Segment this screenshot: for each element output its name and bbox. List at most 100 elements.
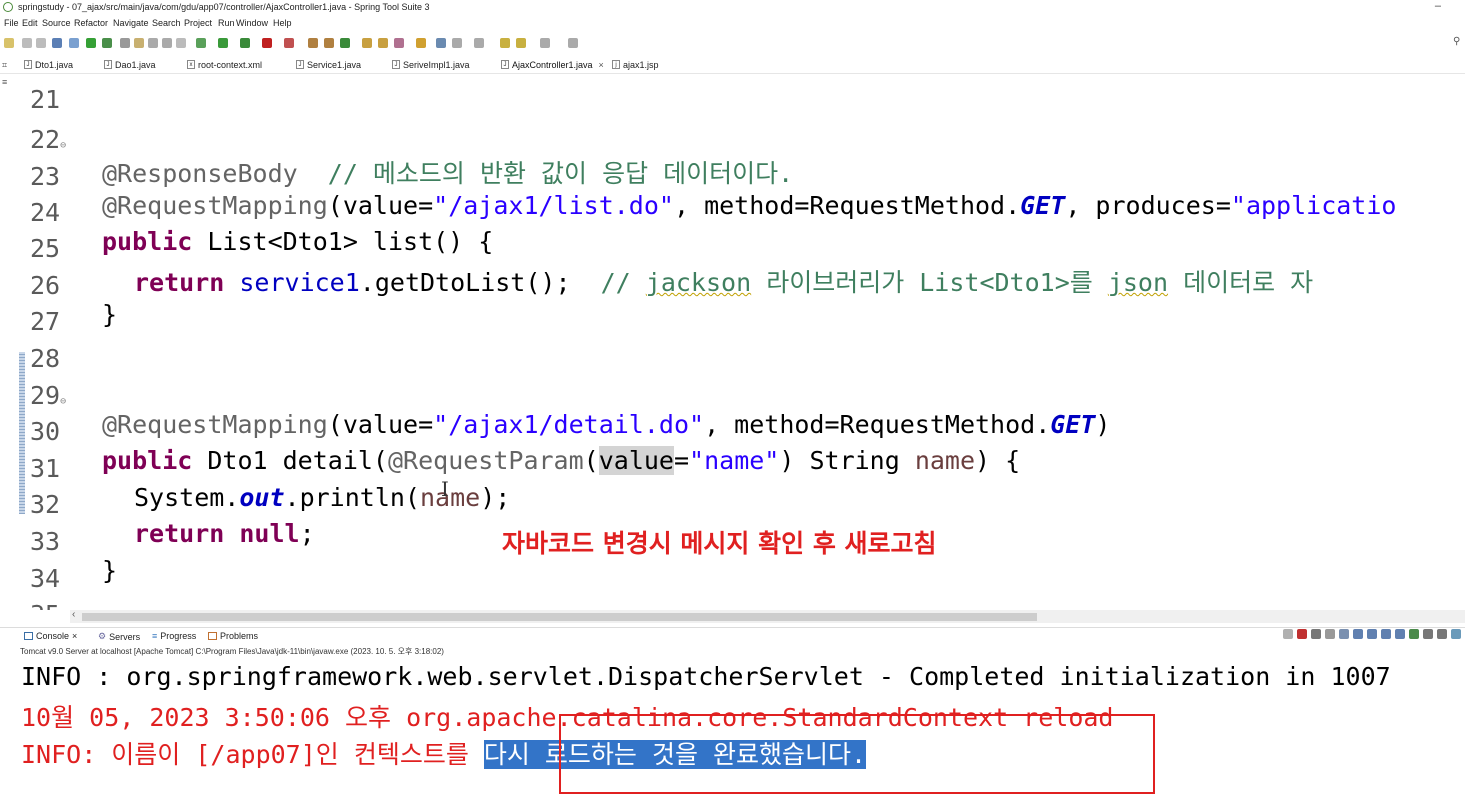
open-resource-icon[interactable] [162, 38, 172, 48]
tab-root-context[interactable]: x root-context.xml [187, 57, 262, 72]
tab-problems[interactable]: Problems [208, 631, 258, 641]
save-all-icon[interactable] [36, 38, 46, 48]
outline-icon[interactable] [176, 38, 186, 48]
new-class-icon[interactable] [340, 38, 350, 48]
fold-icon[interactable]: ⊖ [60, 140, 66, 151]
menu-edit[interactable]: Edit [22, 18, 38, 28]
next-annotation-icon[interactable] [452, 38, 462, 48]
tab-label: Servers [109, 631, 141, 642]
open-folder-icon[interactable] [362, 38, 372, 48]
show-on-stderr-icon[interactable] [1395, 629, 1405, 639]
menu-project[interactable]: Project [184, 18, 212, 28]
annotation-token: @RequestMapping [102, 410, 328, 439]
comment-token: // 메소드의 반환 값이 응답 데이터이다. [297, 159, 794, 188]
tab-dto1[interactable]: J Dto1.java [24, 57, 73, 72]
spring-boot-icon[interactable] [86, 38, 96, 48]
code-line-31: 31 System.out.println(name); [0, 425, 510, 512]
variable-token: name [419, 483, 481, 512]
last-edit-icon[interactable] [500, 38, 510, 48]
new-java-project-icon[interactable] [308, 38, 318, 48]
skip-breakpoints-icon[interactable] [69, 38, 79, 48]
open-task-icon[interactable] [378, 38, 388, 48]
close-tab-icon[interactable]: × [72, 631, 77, 641]
menu-source[interactable]: Source [42, 18, 71, 28]
debug-icon[interactable] [196, 38, 206, 48]
refresh-icon[interactable] [102, 38, 112, 48]
comment-token: 데이터로 자 [1168, 268, 1314, 297]
close-tab-icon[interactable]: × [599, 60, 604, 70]
fold-icon[interactable]: ⊖ [60, 396, 66, 407]
java-file-icon: J [296, 60, 304, 69]
display-console-icon[interactable] [1423, 629, 1433, 639]
code-line-23: 23 @RequestMapping(value="/ajax1/list.do… [0, 133, 1396, 220]
code-line-30: 30 public Dto1 detail(@RequestParam(valu… [0, 388, 1020, 475]
comment-token: 라이브러리가 List<Dto1>를 [751, 268, 1108, 297]
tab-console[interactable]: Console × [24, 631, 77, 641]
toggle-icon[interactable] [120, 38, 130, 48]
tab-servers[interactable]: ⚙ Servers [98, 631, 140, 642]
highlight-box [559, 714, 1155, 794]
scroll-lock-icon[interactable] [1353, 629, 1363, 639]
menu-navigate[interactable]: Navigate [113, 18, 149, 28]
maximize-icon[interactable] [1451, 629, 1461, 639]
code-token: ) [1095, 410, 1111, 439]
annotation-icon[interactable] [394, 38, 404, 48]
remove-all-icon[interactable] [1325, 629, 1335, 639]
minimize-button[interactable]: – [1435, 0, 1441, 12]
java-file-icon: J [104, 60, 112, 69]
pin-console-icon[interactable] [1409, 629, 1419, 639]
xml-file-icon: x [187, 60, 195, 69]
pin-editor-icon[interactable] [568, 38, 578, 48]
run-coverage-icon[interactable] [240, 38, 250, 48]
code-line-28: 28 [0, 315, 60, 373]
remove-launch-icon[interactable] [1311, 629, 1321, 639]
globe-icon[interactable] [436, 38, 446, 48]
external-tools-icon[interactable] [284, 38, 294, 48]
clear-console-icon[interactable] [1339, 629, 1349, 639]
tab-ajaxcontroller1[interactable]: J AjaxController1.java × [501, 57, 604, 72]
keyword-token: return [134, 268, 225, 297]
tab-service1[interactable]: J Service1.java [296, 57, 361, 72]
tab-label: root-context.xml [198, 59, 263, 70]
tab-seriveimpl1[interactable]: J SeriveImpl1.java [392, 57, 470, 72]
run-icon[interactable] [218, 38, 228, 48]
code-text: return null; [134, 519, 315, 548]
terminate-icon[interactable] [1297, 629, 1307, 639]
edit-icon[interactable] [134, 38, 144, 48]
new-package-icon[interactable] [324, 38, 334, 48]
back-icon[interactable] [516, 38, 526, 48]
menu-file[interactable]: File [4, 18, 19, 28]
scroll-left-icon[interactable]: ‹ [72, 609, 75, 620]
scrollbar-thumb[interactable] [82, 613, 1037, 621]
code-text: @RequestMapping(value="/ajax1/detail.do"… [102, 410, 1110, 439]
server-icon[interactable] [1283, 629, 1293, 639]
save-icon[interactable] [22, 38, 32, 48]
search-web-icon[interactable] [416, 38, 426, 48]
stop-icon[interactable] [262, 38, 272, 48]
terminal-icon[interactable] [52, 38, 62, 48]
show-on-stdout-icon[interactable] [1381, 629, 1391, 639]
tab-progress[interactable]: ≡ Progress [152, 631, 196, 641]
menu-window[interactable]: Window [236, 18, 268, 28]
console-line: INFO : org.springframework.web.servlet.D… [21, 662, 1391, 691]
menu-run[interactable]: Run [218, 18, 235, 28]
open-type-icon[interactable] [148, 38, 158, 48]
search-icon[interactable]: ⚲ [1453, 36, 1463, 47]
code-line-32: 32 return null; [0, 461, 315, 548]
menu-help[interactable]: Help [273, 18, 292, 28]
word-wrap-icon[interactable] [1367, 629, 1377, 639]
menu-refactor[interactable]: Refactor [74, 18, 108, 28]
tab-ajax1-jsp[interactable]: j ajax1.jsp [612, 57, 659, 72]
previous-annotation-icon[interactable] [474, 38, 484, 48]
menu-search[interactable]: Search [152, 18, 181, 28]
code-token: List<Dto1> list() { [192, 227, 494, 256]
forward-icon[interactable] [540, 38, 550, 48]
code-editor[interactable]: 21 22⊖ @ResponseBody // 메소드의 반환 값이 응답 데이… [0, 74, 1465, 610]
open-console-icon[interactable] [1437, 629, 1447, 639]
tab-dao1[interactable]: J Dao1.java [104, 57, 156, 72]
editor-horizontal-scrollbar[interactable]: ‹ [70, 609, 1465, 623]
static-field-token: out [239, 483, 285, 512]
new-icon[interactable] [4, 38, 14, 48]
keyword-token: public [102, 227, 193, 256]
code-text: @ResponseBody // 메소드의 반환 값이 응답 데이터이다. [102, 154, 793, 190]
